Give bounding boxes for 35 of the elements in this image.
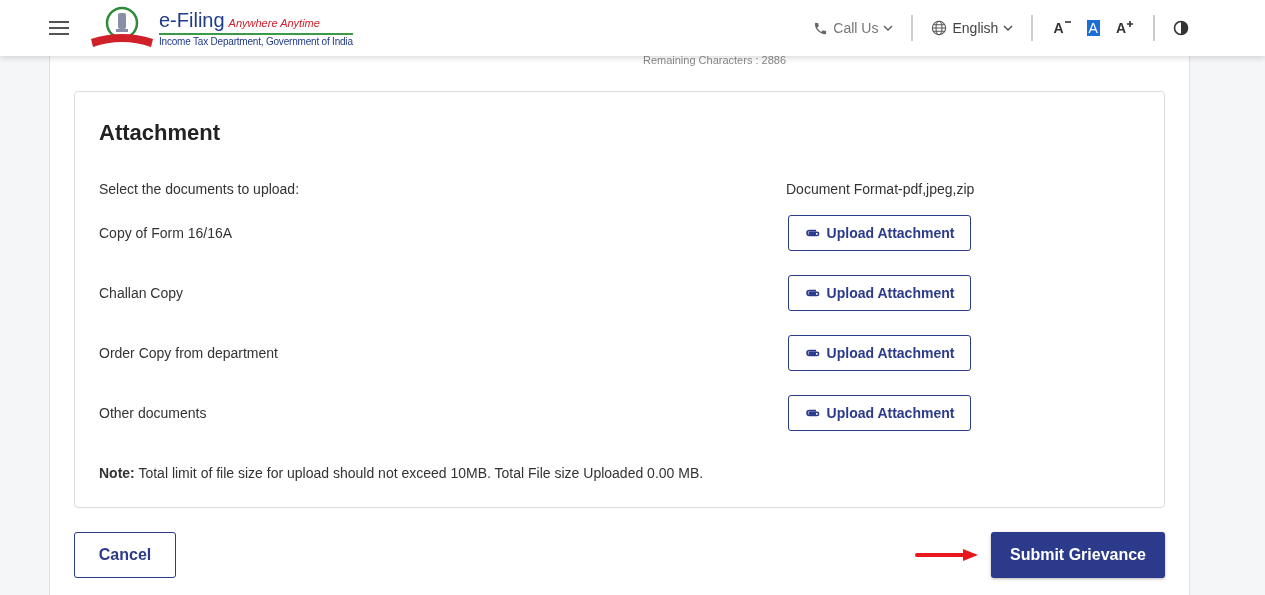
document-label: Order Copy from department [99, 345, 278, 361]
language-dropdown[interactable]: English [931, 20, 1014, 36]
plus-icon [1127, 21, 1133, 27]
menu-icon[interactable] [49, 21, 69, 35]
paperclip-icon [804, 408, 821, 418]
instruction-text: Select the documents to upload: [99, 181, 300, 197]
paperclip-icon [804, 348, 821, 358]
increase-font-button[interactable]: A [1113, 20, 1135, 36]
globe-icon [931, 20, 948, 36]
submit-grievance-button[interactable]: Submit Grievance [991, 532, 1165, 578]
upload-attachment-button[interactable]: Upload Attachment [788, 275, 971, 311]
cancel-button[interactable]: Cancel [74, 532, 176, 578]
chevron-down-icon [1003, 25, 1014, 31]
document-label: Copy of Form 16/16A [99, 225, 233, 241]
arrow-icon [915, 548, 979, 562]
chevron-down-icon [883, 25, 894, 31]
paperclip-icon [804, 288, 821, 298]
document-label: Other documents [99, 405, 207, 421]
brand-tagline: Anywhere Anytime [228, 17, 320, 29]
contrast-icon[interactable] [1173, 20, 1189, 36]
note-text: Note: Total limit of file size for upload should not exceed 10MB. Total File size Uploaded 0.00 MB. [99, 465, 705, 481]
upload-attachment-button[interactable]: Upload Attachment [788, 215, 971, 251]
decrease-font-button[interactable]: A [1051, 20, 1073, 36]
phone-icon [813, 20, 829, 36]
upload-attachment-button[interactable]: Upload Attachment [788, 335, 971, 371]
upload-attachment-button[interactable]: Upload Attachment [788, 395, 971, 431]
brand-name: e-Filing [159, 9, 225, 32]
section-title: Attachment [99, 120, 221, 146]
document-label: Challan Copy [99, 285, 184, 301]
remaining-characters: Remaining Characters : 2886 [641, 54, 788, 68]
normal-font-button[interactable]: A [1086, 20, 1100, 36]
paperclip-icon [804, 228, 821, 238]
format-text: Document Format-pdf,jpeg,zip [786, 181, 976, 197]
call-us-dropdown[interactable]: Call Us [813, 20, 894, 36]
department-name: Income Tax Department, Government of India [159, 36, 353, 47]
